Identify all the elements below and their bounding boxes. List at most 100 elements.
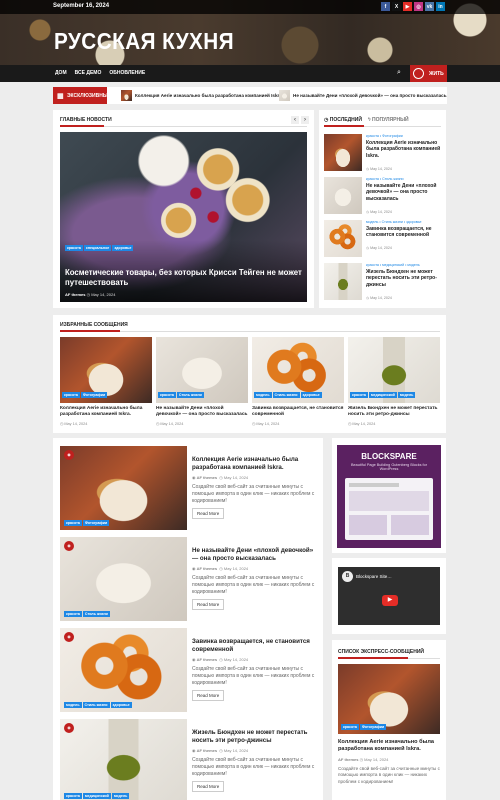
tag[interactable]: здоровье [110, 702, 132, 708]
featured-title[interactable]: Не называйте Дени «плохой девочкой» — он… [156, 406, 248, 418]
search-icon[interactable]: ⌕ [397, 69, 407, 79]
tag[interactable]: Стиль жизни [82, 611, 110, 617]
featured-item[interactable]: красота медицинский модель Жизель Бюндхен … [348, 337, 440, 429]
tag[interactable]: специальное [83, 245, 112, 251]
tag[interactable]: медицинский [82, 793, 111, 799]
ad-screenshot [345, 478, 433, 540]
post-tags: красота Стиль жизни [64, 611, 111, 617]
post-image[interactable] [60, 537, 187, 621]
play-icon[interactable]: ▶ [382, 595, 398, 606]
site-title[interactable]: РУССКАЯ КУХНЯ [54, 28, 234, 55]
latest-tags[interactable]: красота • медицинский • модель [366, 263, 420, 267]
post-title[interactable]: Завинка возвращается, не становится совр… [192, 638, 316, 654]
tag[interactable]: здоровье [112, 245, 134, 251]
tag[interactable]: Стиль жизни [82, 702, 110, 708]
latest-title[interactable]: Не называйте Дени «плохой девочкой» — он… [366, 183, 442, 202]
nav-all-demos[interactable]: ВСЕ ДЕМО [75, 70, 102, 76]
tag[interactable]: модель [111, 793, 130, 799]
read-more-button[interactable]: Read More [192, 690, 225, 701]
latest-tags[interactable]: модель • Стиль жизни • здоровье [366, 220, 422, 224]
user-icon: ◉ [192, 748, 196, 753]
section-title: ГЛАВНЫЕ НОВОСТИ [60, 117, 112, 123]
linkedin-icon[interactable]: in [436, 2, 445, 11]
tag[interactable]: модель [64, 702, 82, 708]
latest-item[interactable]: красота • медицинский • модель Жизель Бю… [324, 263, 442, 303]
post-item: ◉ красота медицинский модель Жизель Бюндхе… [60, 719, 318, 800]
next-arrow-icon[interactable]: › [301, 116, 309, 124]
vk-icon[interactable]: vk [425, 2, 434, 11]
latest-title[interactable]: Жизель Бюндхен не может перестать носить… [366, 269, 442, 288]
latest-item[interactable]: красота • Стиль жизни Не называйте Дени … [324, 177, 442, 217]
user-icon: ◉ [192, 566, 196, 571]
tag[interactable]: красота [65, 245, 83, 251]
latest-title[interactable]: Коллекция Aerie изначально была разработ… [366, 140, 442, 159]
tag[interactable]: модель [397, 392, 416, 398]
latest-item[interactable]: красота • Фотографии Коллекция Aerie изн… [324, 134, 442, 174]
featured-item[interactable]: красота Фотографии Коллекция Aerie изнача… [60, 337, 152, 429]
tag[interactable]: медицинский [368, 392, 397, 398]
tag[interactable]: Фотографии [82, 520, 110, 526]
tag[interactable]: Фотографии [80, 392, 108, 398]
read-more-button[interactable]: Read More [192, 599, 225, 610]
youtube-icon[interactable]: ▶ [403, 2, 412, 11]
ticker-item[interactable]: Коллекция Aerie изначально была разработ… [121, 90, 283, 101]
read-more-button[interactable]: Read More [192, 781, 225, 792]
tag[interactable]: красота [62, 392, 80, 398]
bolt-icon: ϟ [368, 117, 371, 123]
tab-latest[interactable]: ◷ ПОСЛЕДНИЙ [324, 117, 362, 123]
x-icon[interactable]: X [392, 2, 401, 11]
post-title[interactable]: Не называйте Дени «плохой девочкой» — он… [192, 547, 316, 563]
latest-tags[interactable]: красота • Стиль жизни [366, 177, 403, 181]
post-title[interactable]: Коллекция Aerie изначально была разработ… [192, 456, 316, 472]
latest-thumbnail[interactable] [324, 134, 362, 171]
live-button[interactable]: ЖИТЬ [410, 65, 447, 82]
tag[interactable]: красота [341, 724, 359, 730]
read-more-button[interactable]: Read More [192, 508, 225, 519]
tag[interactable]: красота [64, 611, 82, 617]
hero-date: May 14, 2024 [91, 292, 116, 297]
hero-title[interactable]: Косметические товары, без которых Крисси… [65, 268, 303, 288]
latest-thumbnail[interactable] [324, 177, 362, 214]
latest-date: ◷ May 14, 2024 [366, 296, 392, 300]
facebook-icon[interactable]: f [381, 2, 390, 11]
featured-title[interactable]: Завинка возвращается, не становится совр… [252, 406, 344, 418]
tag[interactable]: красота [64, 520, 82, 526]
tag[interactable]: красота [64, 793, 82, 799]
video-embed[interactable]: B Blockspare Site… ▶ [338, 567, 440, 625]
nav-update[interactable]: ОБНОВЛЕНИЕ [109, 70, 145, 76]
blockspare-ad[interactable]: BLOCKSPARE Beautiful Page Building Guten… [337, 445, 441, 548]
post-meta: ◉ AF themes ◷ May 14, 2024 [192, 657, 249, 662]
post-title[interactable]: Жизель Бюндхен не может перестать носить… [192, 729, 316, 745]
tag[interactable]: красота [158, 392, 176, 398]
post-image[interactable] [60, 628, 187, 712]
section-title: СПИСОК ЭКСПРЕСС-СООБЩЕНИЙ [338, 649, 425, 655]
post-tags: красота Фотографии [64, 520, 110, 526]
post-tags: модель Стиль жизни здоровье [64, 702, 133, 708]
featured-title[interactable]: Жизель Бюндхен не может перестать носить… [348, 406, 440, 418]
nav-home[interactable]: ДОМ [55, 70, 67, 76]
latest-thumbnail[interactable] [324, 220, 362, 257]
instagram-icon[interactable]: ◎ [414, 2, 423, 11]
tag[interactable]: здоровье [300, 392, 322, 398]
prev-arrow-icon[interactable]: ‹ [291, 116, 299, 124]
tag[interactable]: красота [350, 392, 368, 398]
hero-author: AF themes [65, 292, 86, 297]
tag[interactable]: Стиль жизни [176, 392, 204, 398]
latest-item[interactable]: модель • Стиль жизни • здоровье Завинка … [324, 220, 442, 260]
featured-title[interactable]: Коллекция Aerie изначально была разработ… [60, 406, 152, 418]
tab-popular[interactable]: ϟ ПОПУЛЯРНЫЙ [368, 117, 409, 123]
express-title[interactable]: Коллекция Aerie изначально была разработ… [338, 739, 442, 753]
main-news-section: ГЛАВНЫЕ НОВОСТИ ‹ › красота специальное зд… [53, 110, 314, 308]
ticker-item[interactable]: Не называйте Дени «плохой девочкой» — он… [279, 90, 447, 101]
featured-item[interactable]: модель Стиль жизни здоровье Завинка возвра… [252, 337, 344, 429]
latest-date: ◷ May 14, 2024 [366, 210, 392, 214]
tag[interactable]: модель [254, 392, 272, 398]
tag[interactable]: Фотографии [359, 724, 387, 730]
post-image[interactable] [60, 446, 187, 530]
latest-thumbnail[interactable] [324, 263, 362, 300]
latest-tags[interactable]: красота • Фотографии [366, 134, 403, 138]
post-image[interactable] [60, 719, 187, 800]
latest-title[interactable]: Завинка возвращается, не становится совр… [366, 226, 442, 239]
tag[interactable]: Стиль жизни [272, 392, 300, 398]
featured-item[interactable]: красота Стиль жизни Не называйте Дени «пл… [156, 337, 248, 429]
